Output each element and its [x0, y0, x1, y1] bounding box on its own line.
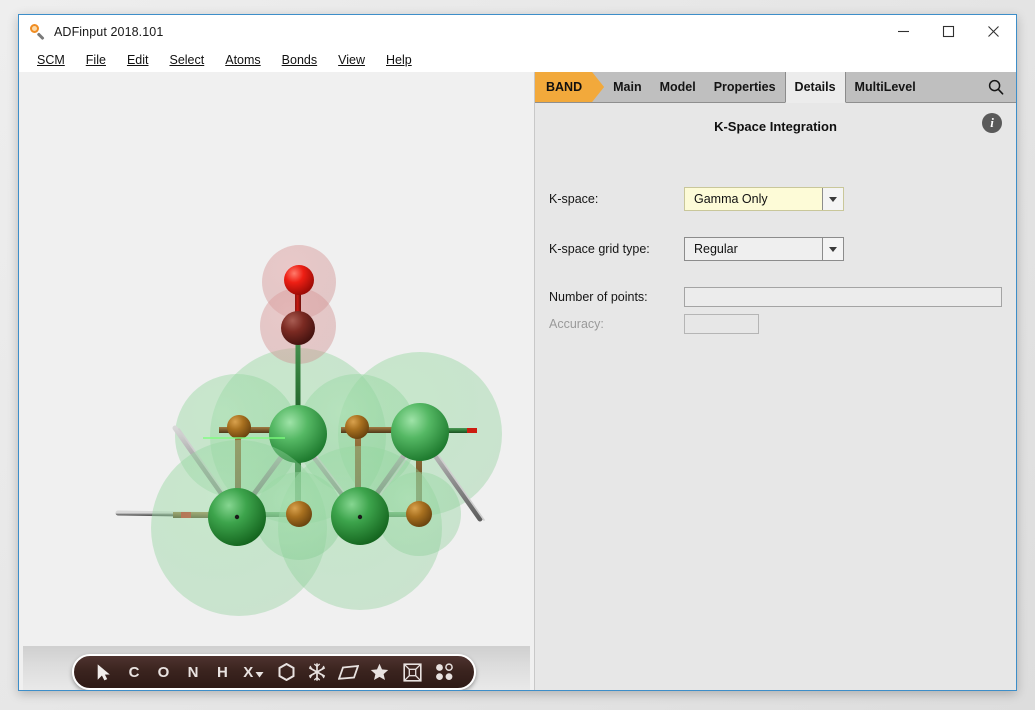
menu-bonds[interactable]: Bonds: [282, 53, 317, 67]
main-body: C O N H X BAND Main Model Properties Det…: [19, 72, 1016, 690]
tab-properties[interactable]: Properties: [704, 72, 785, 102]
star-icon: [371, 663, 389, 680]
grid-type-row: K-space grid type: Regular: [549, 237, 1002, 261]
menu-file[interactable]: File: [86, 53, 106, 67]
minimize-button[interactable]: [881, 15, 926, 48]
grid-type-label: K-space grid type:: [549, 242, 650, 256]
chevron-down-icon: [829, 246, 837, 252]
atom-ge: [286, 501, 312, 527]
window-controls: [881, 15, 1016, 48]
four-dots-icon: [436, 663, 453, 680]
atom-si: [391, 403, 449, 461]
search-icon: [988, 79, 1004, 95]
grid-type-select[interactable]: Regular: [684, 237, 844, 261]
molecule-viewer-pane: C O N H X: [19, 72, 534, 690]
kspace-select-arrow[interactable]: [822, 188, 843, 210]
molecule-render: [23, 76, 530, 646]
hydrogen-tool[interactable]: H: [208, 657, 237, 687]
menu-select[interactable]: Select: [169, 53, 204, 67]
hexagon-ring-icon: [278, 663, 294, 681]
section-title: K-Space Integration: [714, 118, 837, 134]
menu-scm[interactable]: SCM: [37, 53, 65, 67]
crystal-box-icon: [403, 662, 422, 682]
plane-tool[interactable]: [333, 657, 364, 687]
menu-bonds-label: Bonds: [281, 53, 318, 67]
other-element-label: X: [243, 663, 254, 681]
tab-model[interactable]: Model: [650, 72, 705, 102]
snowflake-tool[interactable]: [302, 657, 333, 687]
atom-fe: [281, 311, 315, 345]
maximize-button[interactable]: [926, 15, 971, 48]
kspace-select-value: Gamma Only: [685, 188, 822, 210]
kspace-row: K-space: Gamma Only: [549, 187, 1002, 211]
close-button[interactable]: [971, 15, 1016, 48]
number-of-points-row: Number of points:: [549, 287, 1002, 307]
atom-ge: [406, 501, 432, 527]
menu-atoms[interactable]: Atoms: [225, 53, 260, 67]
menu-scm-label: SCM: [37, 53, 65, 67]
nitrogen-tool[interactable]: N: [178, 657, 207, 687]
kspace-select[interactable]: Gamma Only: [684, 187, 844, 211]
menu-view[interactable]: View: [338, 53, 365, 67]
oxygen-tool[interactable]: O: [149, 657, 178, 687]
accuracy-input: [684, 314, 759, 334]
select-arrow-tool[interactable]: [88, 657, 119, 687]
settings-pane: BAND Main Model Properties Details Multi…: [534, 72, 1016, 690]
grid-type-select-arrow[interactable]: [822, 238, 843, 260]
tab-main[interactable]: Main: [604, 72, 651, 102]
favorite-tool[interactable]: [364, 657, 395, 687]
tab-band[interactable]: BAND: [535, 72, 604, 102]
menu-file-label: File: [85, 53, 106, 67]
tab-bar-spacer: [924, 72, 976, 102]
accuracy-label: Accuracy:: [549, 317, 604, 331]
number-of-points-input[interactable]: [684, 287, 1002, 307]
atom-toolbar: C O N H X: [72, 654, 476, 690]
kspace-label: K-space:: [549, 192, 599, 206]
menu-select-label: Select: [169, 53, 205, 67]
cursor-arrow-icon: [97, 663, 110, 680]
menu-help-label: Help: [386, 53, 412, 67]
tab-multilevel[interactable]: MultiLevel: [845, 72, 925, 102]
points-tool[interactable]: [429, 657, 460, 687]
chevron-down-icon: [829, 196, 837, 202]
chevron-down-icon: [255, 672, 264, 678]
menu-help[interactable]: Help: [386, 53, 412, 67]
menu-view-label: View: [338, 53, 365, 67]
ring-tool[interactable]: [270, 657, 301, 687]
viewer-toolbar-strip: C O N H X: [23, 646, 530, 690]
window-title: ADFinput 2018.101: [54, 24, 164, 39]
menu-bar: SCM File Edit Select Atoms Bonds View He…: [19, 48, 1016, 72]
magnifier-icon: [30, 23, 46, 40]
carbon-tool[interactable]: C: [119, 657, 148, 687]
atom-o: [284, 265, 314, 295]
menu-edit-label: Edit: [126, 53, 149, 67]
other-element-tool[interactable]: X: [237, 657, 270, 687]
section-header: K-Space Integration i: [535, 103, 1016, 141]
tab-details[interactable]: Details: [784, 72, 846, 103]
kspace-form: K-space: Gamma Only K-space grid type: R…: [535, 157, 1016, 334]
panel-body: K-Space Integration i K-space: Gamma Onl…: [535, 103, 1016, 690]
accuracy-row: Accuracy:: [549, 314, 1002, 334]
menu-edit[interactable]: Edit: [127, 53, 149, 67]
grid-type-select-value: Regular: [685, 238, 822, 260]
menu-atoms-label: Atoms: [225, 53, 261, 67]
molecule-3d-view[interactable]: [23, 76, 530, 646]
parallelogram-icon: [338, 664, 360, 680]
search-button[interactable]: [976, 72, 1016, 102]
adfinput-window: ADFinput 2018.101 SCM File Edit Select A…: [18, 14, 1017, 691]
title-bar: ADFinput 2018.101: [19, 15, 1016, 48]
snowflake-icon: [309, 663, 326, 681]
number-of-points-label: Number of points:: [549, 290, 648, 304]
info-icon[interactable]: i: [982, 113, 1002, 133]
desktop-background: ADFinput 2018.101 SCM File Edit Select A…: [0, 0, 1035, 710]
tab-bar: BAND Main Model Properties Details Multi…: [535, 72, 1016, 103]
crystal-tool[interactable]: [396, 657, 429, 687]
